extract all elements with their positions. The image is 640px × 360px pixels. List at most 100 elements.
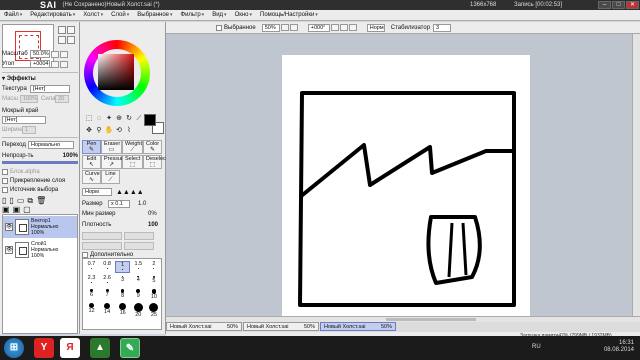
delete-layer-icon[interactable]: 🗑 [36, 196, 46, 206]
wet-edge-select[interactable]: [Нет] [2, 116, 46, 124]
angle-field[interactable]: +0004 [30, 60, 50, 68]
select-tool-icon[interactable]: ⬚ [84, 114, 94, 124]
clear-layer-icon[interactable]: ▢ [23, 205, 31, 214]
hand-tool-icon[interactable]: ✋ [104, 126, 114, 136]
brush-size-mult[interactable]: x 0.1 [108, 200, 130, 208]
nav-zoom-in-button[interactable] [58, 26, 66, 34]
brush-size-cell[interactable]: 4 [131, 275, 146, 287]
brush-size-cell[interactable]: 5 [146, 275, 161, 287]
brush-size-cell[interactable]: 2.6 [100, 275, 115, 287]
tool-tab-line[interactable]: Line ⟋ [101, 170, 120, 184]
menu-canvas[interactable]: Холст▾ [79, 12, 107, 18]
brush-size-cell[interactable]: 8 [115, 288, 130, 300]
nav-zoom-out-button[interactable] [67, 26, 75, 34]
min-size-value[interactable]: 0% [148, 211, 157, 217]
brush-size-cell[interactable]: 3 [115, 275, 130, 287]
toolbar-zoom-out-button[interactable] [280, 24, 289, 31]
texture-select[interactable]: [Нет] [30, 85, 70, 93]
menu-filter[interactable]: Фильтр▾ [177, 12, 209, 18]
scrollbar-thumb[interactable] [386, 318, 476, 321]
tool-tab-deselect[interactable]: Deselect ⬚ [143, 155, 167, 169]
toolbar-angle-field[interactable]: +000° [307, 23, 330, 32]
nav-reset-button[interactable] [58, 36, 66, 44]
toolbar-zoom-select[interactable]: 50% [261, 23, 280, 32]
zoom-increase-button[interactable] [60, 50, 68, 58]
yandex-browser-icon[interactable]: Y [34, 338, 54, 358]
rotate-right-button[interactable] [339, 24, 348, 31]
blend-mode-select[interactable]: Нормально [28, 141, 74, 149]
menu-window[interactable]: Окно▾ [231, 12, 256, 18]
brush-size-cell[interactable]: 2.3 [84, 275, 99, 287]
tool-tab-pen[interactable]: Pen ✎ [82, 140, 101, 154]
sai-taskbar-icon[interactable]: ✎ [120, 338, 140, 358]
menu-layer[interactable]: Слой▾ [107, 12, 133, 18]
brush-size-cell[interactable]: 9 [131, 288, 146, 300]
brush-size-cell[interactable]: 25 [146, 302, 161, 318]
tool-tab-color[interactable]: Color ✎ [143, 140, 162, 154]
primary-color-swatch[interactable] [144, 114, 156, 126]
eyedropper-icon[interactable]: ⟋ [134, 114, 144, 124]
menu-selection[interactable]: Выбранное▾ [133, 12, 176, 18]
layer-row[interactable]: 👁 Слой1 Нормально 100% [3, 239, 77, 261]
magic-wand-icon[interactable]: ✦ [104, 114, 114, 124]
brush-size-cell[interactable]: 16 [115, 302, 130, 316]
brush-size-cell[interactable]: 12 [84, 302, 99, 314]
menu-view[interactable]: Вид▾ [208, 12, 230, 18]
zoom-glass-icon[interactable]: ⚲ [94, 126, 104, 136]
nav-fit-button[interactable] [67, 36, 75, 44]
tool-tab-edit[interactable]: Edit ↖ [82, 155, 101, 169]
visibility-eye-icon[interactable]: 👁 [5, 246, 13, 254]
brush-size-cell[interactable]: 7 [100, 288, 115, 300]
tool-tab-weight[interactable]: Weight ⟋ [122, 140, 143, 154]
tool-tab-select[interactable]: Select ⬚ [122, 155, 143, 169]
clip-group-checkbox[interactable] [2, 178, 8, 184]
color-saturation-box[interactable] [98, 54, 134, 90]
merge-down-icon[interactable]: ▣ [13, 205, 21, 214]
rotate-left-button[interactable] [330, 24, 339, 31]
drawing-canvas[interactable] [282, 55, 530, 325]
dropper-icon[interactable]: ⌇ [124, 126, 134, 136]
tool-tab-curve[interactable]: Curve ∿ [82, 170, 101, 184]
move-tool-icon[interactable]: ✥ [84, 126, 94, 136]
stabilizer-select[interactable]: 3 [433, 23, 452, 32]
protect-alpha-checkbox[interactable] [2, 169, 8, 175]
lasso-tool-icon[interactable]: ◌ [94, 114, 104, 124]
brush-size-cell[interactable]: 20 [131, 302, 146, 318]
brush-size-cell[interactable]: 2 [146, 261, 161, 273]
angle-decrease-button[interactable] [51, 60, 59, 68]
zoom-field[interactable]: 50.0% [30, 50, 50, 58]
document-tab[interactable]: Новый Холст.sai 50% [243, 322, 319, 331]
zoom-tool-icon[interactable]: ⊕ [114, 114, 124, 124]
canvas-workarea[interactable] [166, 34, 632, 325]
brush-size-cell[interactable]: 10 [146, 288, 161, 300]
rotate-view-icon[interactable]: ⟲ [114, 126, 124, 136]
menu-edit[interactable]: Редактировать▾ [26, 12, 79, 18]
maximize-button[interactable]: □ [612, 1, 625, 9]
brush-size-cell[interactable]: 0.8 [100, 261, 115, 273]
document-tab[interactable]: Новый Холст.sai 50% [166, 322, 242, 331]
toolbar-zoom-in-button[interactable] [289, 24, 298, 31]
brush-size-cell[interactable]: 14 [100, 302, 115, 315]
camtasia-icon[interactable]: ▲ [90, 338, 110, 358]
brush-size-cell[interactable]: 1.5 [131, 261, 146, 273]
visibility-eye-icon[interactable]: 👁 [5, 223, 13, 231]
layer-row[interactable]: 👁 Вектор1 Нормально 100% [3, 216, 77, 238]
start-button[interactable]: ⊞ [4, 338, 24, 358]
tool-tab-eraser[interactable]: Eraser ▭ [101, 140, 122, 154]
brush-size-cell[interactable]: 0.7 [84, 261, 99, 273]
document-tab-active[interactable]: Новый Холст.sai 50% [320, 322, 396, 331]
menu-help[interactable]: Помощь/Настройки▾ [256, 12, 322, 18]
minimize-button[interactable]: – [598, 1, 611, 9]
brush-mode-select[interactable]: Норм [82, 188, 112, 196]
brush-size-value[interactable]: 1.0 [138, 201, 146, 207]
language-indicator[interactable]: RU [532, 344, 541, 350]
system-clock[interactable]: 16:31 08.08.2014 [604, 340, 634, 354]
menu-file[interactable]: Файл▾ [0, 12, 26, 18]
yandex-icon[interactable]: Я [60, 338, 80, 358]
zoom-decrease-button[interactable] [51, 50, 59, 58]
brush-size-cell[interactable]: 6 [84, 288, 99, 300]
opacity-slider[interactable] [2, 161, 78, 164]
brush-shape-icons[interactable]: ▲▲▲▲ [116, 189, 144, 196]
rotate-reset-button[interactable] [348, 24, 357, 31]
density-value[interactable]: 100 [148, 222, 158, 228]
